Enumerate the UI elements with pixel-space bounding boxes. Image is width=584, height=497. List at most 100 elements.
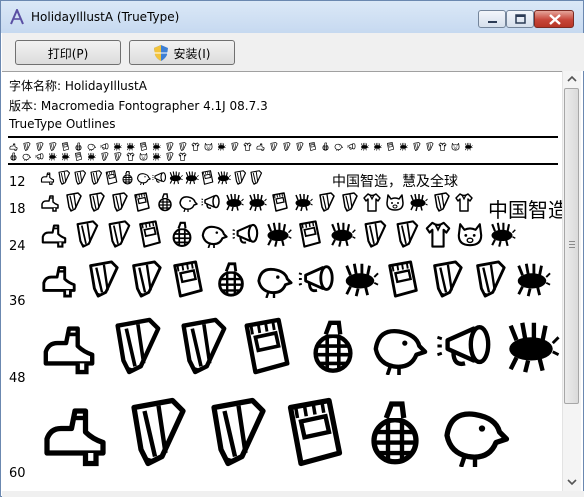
grenade-glyph-icon: [360, 397, 430, 467]
bug-glyph-icon: [341, 260, 379, 298]
pencil-glyph-icon: [431, 192, 451, 212]
scroll-down-button[interactable]: [563, 474, 581, 491]
notebook-glyph-icon: [296, 220, 324, 248]
notebook-glyph-icon: [270, 192, 290, 212]
pencil-glyph-icon: [427, 260, 465, 298]
bird-glyph-icon: [178, 192, 198, 212]
font-app-icon: [10, 9, 24, 25]
size-label-18: 18: [9, 202, 26, 217]
shirt-glyph-icon: [243, 142, 252, 151]
scroll-thumb[interactable]: [564, 88, 579, 404]
pencil-glyph-icon: [56, 170, 71, 185]
cat-glyph-icon: [456, 220, 484, 248]
arrow-down-icon: [567, 479, 577, 486]
pencil-glyph-icon: [179, 142, 187, 151]
megaphone-glyph-icon: [100, 143, 109, 150]
bug-glyph-icon: [408, 192, 428, 212]
bug-glyph-icon: [247, 192, 267, 212]
cat-glyph-icon: [385, 192, 405, 212]
megaphone-glyph-icon: [152, 170, 167, 185]
pencil-glyph-icon: [23, 142, 31, 151]
sample-row-36: [40, 260, 556, 298]
maximize-button[interactable]: [506, 10, 534, 28]
bug-glyph-icon: [61, 152, 70, 161]
font-preview-area: 字体名称: HolidayIllustA 版本: Macromedia Font…: [2, 71, 562, 492]
sample-row-24: [40, 220, 520, 248]
shirt-glyph-icon: [424, 220, 452, 248]
notebook-glyph-icon: [136, 220, 164, 248]
bug-glyph-icon: [217, 142, 226, 151]
font-type-line: TrueType Outlines: [9, 117, 116, 131]
pencil-glyph-icon: [104, 220, 132, 248]
bug-glyph-icon: [360, 142, 369, 151]
bug-glyph-icon: [224, 192, 244, 212]
pencil-glyph-icon: [283, 142, 291, 151]
bird-glyph-icon: [440, 397, 510, 467]
bug-glyph-icon: [113, 142, 122, 151]
bug-glyph-icon: [373, 142, 382, 151]
print-button-label: 打印(P): [47, 47, 89, 61]
pencil-glyph-icon: [101, 152, 109, 161]
grenade-glyph-icon: [75, 142, 82, 151]
separator: [8, 163, 558, 165]
shirt-glyph-icon: [438, 142, 447, 151]
title-bar[interactable]: HolidayIllustA (TrueType): [1, 1, 583, 33]
print-button[interactable]: 打印(P): [15, 40, 121, 65]
shoe-glyph-icon: [256, 143, 265, 151]
notebook-glyph-icon: [62, 142, 69, 151]
pencil-glyph-icon: [120, 397, 190, 467]
sample-row-60: [40, 397, 520, 467]
bug-glyph-icon: [48, 152, 57, 161]
bug-glyph-icon: [513, 260, 551, 298]
pencil-glyph-icon: [470, 260, 508, 298]
close-button[interactable]: [534, 10, 574, 28]
grenade-glyph-icon: [212, 260, 250, 298]
scroll-up-button[interactable]: [563, 71, 581, 88]
bug-glyph-icon: [87, 152, 96, 161]
notebook-glyph-icon: [200, 170, 215, 185]
minimize-icon: [488, 21, 497, 23]
bug-glyph-icon: [293, 192, 313, 212]
pencil-glyph-icon: [114, 152, 122, 161]
shirt-glyph-icon: [191, 142, 200, 151]
pencil-glyph-icon: [63, 192, 83, 212]
sample-row-18: [40, 192, 477, 212]
bug-glyph-icon: [464, 142, 473, 151]
pencil-glyph-icon: [232, 170, 247, 185]
bird-glyph-icon: [255, 260, 293, 298]
font-viewer-window: HolidayIllustA (TrueType) 打印(P) 安装(I) 字体…: [0, 0, 584, 497]
pencil-glyph-icon: [166, 142, 174, 151]
pencil-glyph-icon: [296, 142, 304, 151]
grenade-glyph-icon: [155, 192, 175, 212]
size-label-12: 12: [9, 175, 26, 190]
size-label-48: 48: [9, 371, 26, 386]
grenade-glyph-icon: [10, 152, 17, 161]
install-button[interactable]: 安装(I): [129, 40, 235, 65]
close-icon: [549, 14, 561, 25]
size-label-24: 24: [9, 239, 26, 254]
separator: [8, 136, 558, 138]
notebook-glyph-icon: [169, 260, 207, 298]
pencil-glyph-icon: [360, 220, 388, 248]
font-version-line: 版本: Macromedia Fontographer 4.1J 08.7.3: [9, 99, 268, 113]
pencil-glyph-icon: [339, 192, 359, 212]
bird-glyph-icon: [136, 170, 151, 185]
pencil-glyph-icon: [270, 142, 278, 151]
shoe-glyph-icon: [40, 317, 98, 375]
vertical-scrollbar[interactable]: [562, 71, 581, 491]
megaphone-glyph-icon: [232, 220, 260, 248]
pencil-glyph-icon: [426, 142, 434, 151]
pencil-glyph-icon: [316, 192, 336, 212]
grenade-glyph-icon: [304, 317, 362, 375]
pencil-glyph-icon: [166, 152, 174, 161]
bird-glyph-icon: [370, 317, 428, 375]
pencil-glyph-icon: [200, 397, 270, 467]
shoe-glyph-icon: [40, 220, 68, 248]
pencil-glyph-icon: [392, 220, 420, 248]
minimize-button[interactable]: [478, 10, 506, 28]
sample-row-48: [40, 317, 562, 375]
notebook-glyph-icon: [387, 142, 394, 151]
window-bottom-border: [2, 491, 584, 497]
pencil-glyph-icon: [413, 142, 421, 151]
bug-glyph-icon: [126, 142, 135, 151]
